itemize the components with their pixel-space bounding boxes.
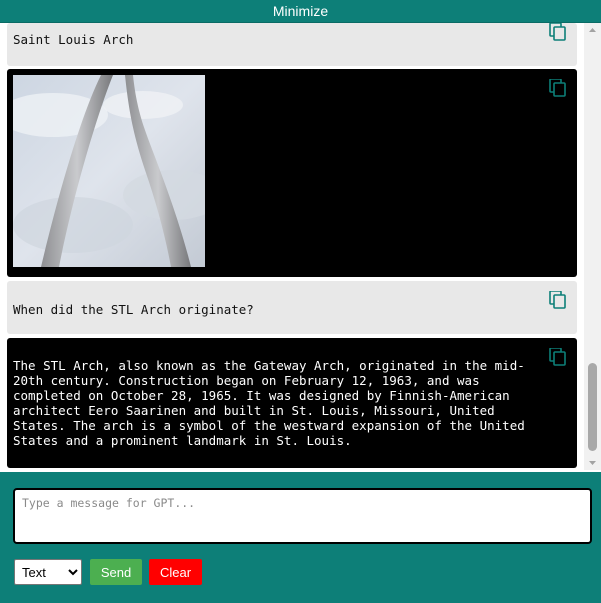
arch-image	[0, 75, 223, 267]
minimize-bar[interactable]: Minimize	[0, 0, 601, 23]
assistant-image-message	[0, 69, 577, 277]
scroll-up-icon[interactable]	[584, 23, 601, 37]
composer: Text Send Clear	[0, 472, 601, 603]
copy-icon[interactable]	[549, 347, 567, 366]
user-message: When did the STL Arch originate?	[7, 281, 577, 334]
user-message: Saint Louis Arch	[7, 23, 577, 66]
mode-select[interactable]: Text	[14, 559, 82, 585]
message-text: Saint Louis Arch	[13, 32, 134, 47]
clear-button[interactable]: Clear	[149, 559, 202, 585]
scrollbar-thumb[interactable]	[588, 363, 597, 451]
chat-scrollbar[interactable]	[584, 23, 601, 470]
scroll-down-icon[interactable]	[584, 456, 601, 470]
copy-icon[interactable]	[549, 290, 567, 309]
copy-icon[interactable]	[549, 78, 567, 97]
copy-icon[interactable]	[549, 23, 567, 41]
chat-log[interactable]: Saint Louis Arch When did the STL Arch o…	[0, 23, 601, 470]
assistant-message: The STL Arch, also known as the Gateway …	[7, 338, 577, 468]
send-button[interactable]: Send	[90, 559, 142, 585]
message-text: When did the STL Arch originate?	[13, 302, 254, 317]
message-text: The STL Arch, also known as the Gateway …	[13, 358, 525, 448]
message-input[interactable]	[13, 488, 592, 544]
